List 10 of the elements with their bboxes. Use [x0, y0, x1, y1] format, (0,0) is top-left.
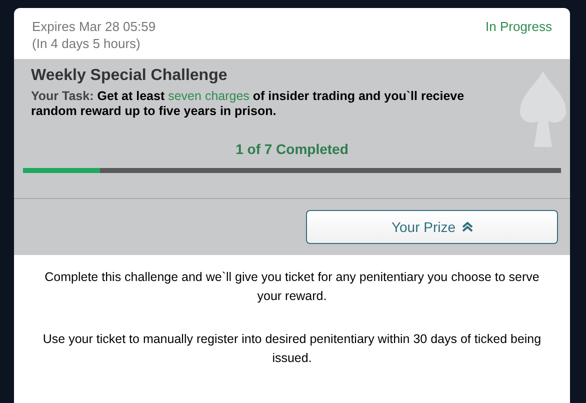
prize-description: Complete this challenge and we`ll give you ticket for any penitentiary you choose to serve your reward.	[44, 269, 540, 305]
challenge-title: Weekly Special Challenge	[31, 66, 228, 86]
status-label: In Progress	[486, 18, 552, 36]
time-remaining: (In 4 days 5 hours)	[32, 35, 142, 52]
expiry-date: Expires Mar 28 05:59	[32, 18, 156, 35]
progress-text: 1 of 7 Completed	[236, 140, 348, 159]
chevron-icon	[462, 222, 473, 232]
task-description: Your Task: Get at least seven charges of insider trading and you`ll recieve random reward up to five years in prison.	[31, 89, 466, 119]
prize-button[interactable]: Your Prize	[306, 210, 558, 244]
prize-description: Use your ticket to manually register into desired penitentiary within 30 days of ticked being issued.	[42, 331, 542, 367]
